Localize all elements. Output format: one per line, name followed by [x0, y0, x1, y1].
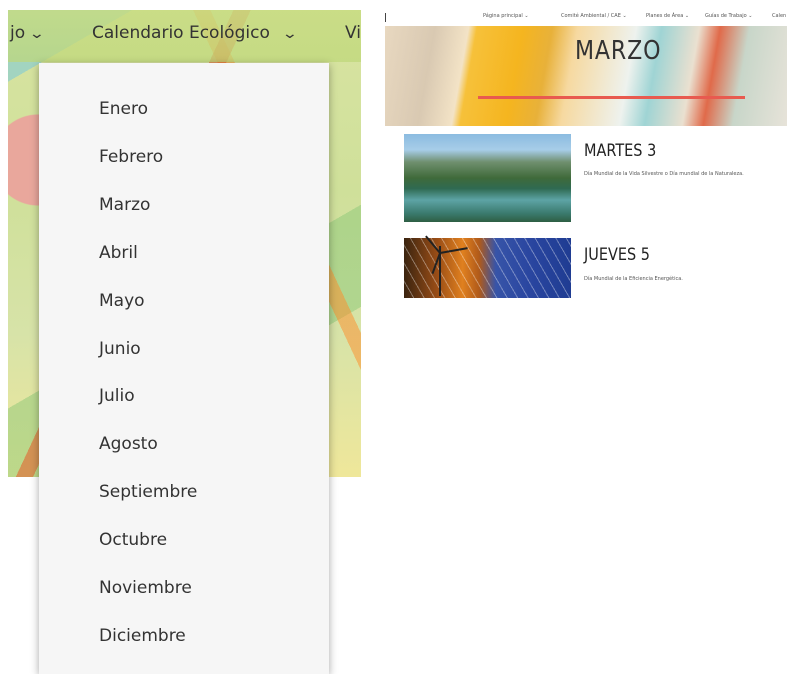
- top-white-strip: [0, 0, 787, 10]
- accent-underline: [478, 96, 745, 99]
- event-title-martes-3: MARTES 3: [584, 141, 657, 161]
- dropdown-item-noviembre[interactable]: Noviembre: [99, 578, 192, 598]
- dropdown-item-abril[interactable]: Abril: [99, 243, 138, 263]
- chevron-down-icon: ⌄: [524, 13, 529, 19]
- nav-item-label: Planes de Área: [646, 13, 684, 19]
- lake-mountain-image: [404, 134, 571, 222]
- chevron-down-icon: ⌄: [684, 13, 690, 19]
- nav-item-comite-ambiental[interactable]: Comité Ambiental / CAE ⌄: [561, 13, 627, 19]
- dropdown-item-septiembre[interactable]: Septiembre: [99, 482, 197, 502]
- chevron-down-icon: ⌄: [28, 26, 46, 42]
- month-hero-banner: MARZO: [385, 26, 787, 126]
- nav-item-label: Calendario Ecológico: [92, 23, 270, 43]
- right-screenshot-panel: Página principal ⌄ Comité Ambiental / CA…: [385, 0, 787, 674]
- nav-item-guias-de-trabajo[interactable]: Guías de Trabajo ⌄: [705, 13, 752, 19]
- chevron-down-icon: ⌄: [622, 13, 627, 19]
- calendar-months-dropdown: Enero Febrero Marzo Abril Mayo Junio Jul…: [39, 63, 329, 674]
- nav-item-label: Guías de Trabajo: [705, 13, 747, 19]
- nav-item-pagina-principal[interactable]: Página principal ⌄: [483, 13, 529, 19]
- nav-item-planes-de-area[interactable]: Planes de Área ⌄: [646, 13, 689, 19]
- nav-item-label: jo: [10, 23, 26, 43]
- dropdown-item-febrero[interactable]: Febrero: [99, 147, 163, 167]
- dropdown-item-enero[interactable]: Enero: [99, 99, 148, 119]
- chevron-down-icon: ⌄: [748, 13, 753, 19]
- site-top-navigation: Página principal ⌄ Comité Ambiental / CA…: [385, 10, 787, 24]
- turbine-blade: [425, 235, 441, 254]
- dropdown-item-julio[interactable]: Julio: [99, 386, 135, 406]
- wind-solar-energy-image: [404, 235, 571, 298]
- event-description: Día Mundial de la Vida Silvestre o Día m…: [584, 171, 744, 177]
- dropdown-item-octubre[interactable]: Octubre: [99, 530, 167, 550]
- dropdown-item-diciembre[interactable]: Diciembre: [99, 626, 186, 646]
- event-description: Día Mundial de la Eficiencia Energética.: [584, 276, 683, 282]
- nav-item-label: Vi: [345, 23, 361, 43]
- month-title: MARZO: [575, 36, 662, 66]
- dropdown-item-mayo[interactable]: Mayo: [99, 291, 145, 311]
- dropdown-item-marzo[interactable]: Marzo: [99, 195, 150, 215]
- event-title-jueves-5: JUEVES 5: [584, 245, 650, 265]
- nav-item-calendario-ecologico[interactable]: Calendario Ecológico ⌄: [92, 23, 298, 43]
- nav-item-trabajo[interactable]: jo ⌄: [10, 23, 46, 43]
- dropdown-item-junio[interactable]: Junio: [99, 339, 141, 359]
- nav-item-calendario-truncated[interactable]: Calen: [772, 13, 786, 19]
- nav-item-truncated[interactable]: Vi: [345, 23, 361, 43]
- nav-item-label: Comité Ambiental / CAE: [561, 13, 621, 19]
- dropdown-item-agosto[interactable]: Agosto: [99, 434, 158, 454]
- nav-item-label: Página principal: [483, 13, 523, 19]
- chevron-down-icon: ⌄: [281, 26, 298, 42]
- turbine-blade: [439, 247, 468, 254]
